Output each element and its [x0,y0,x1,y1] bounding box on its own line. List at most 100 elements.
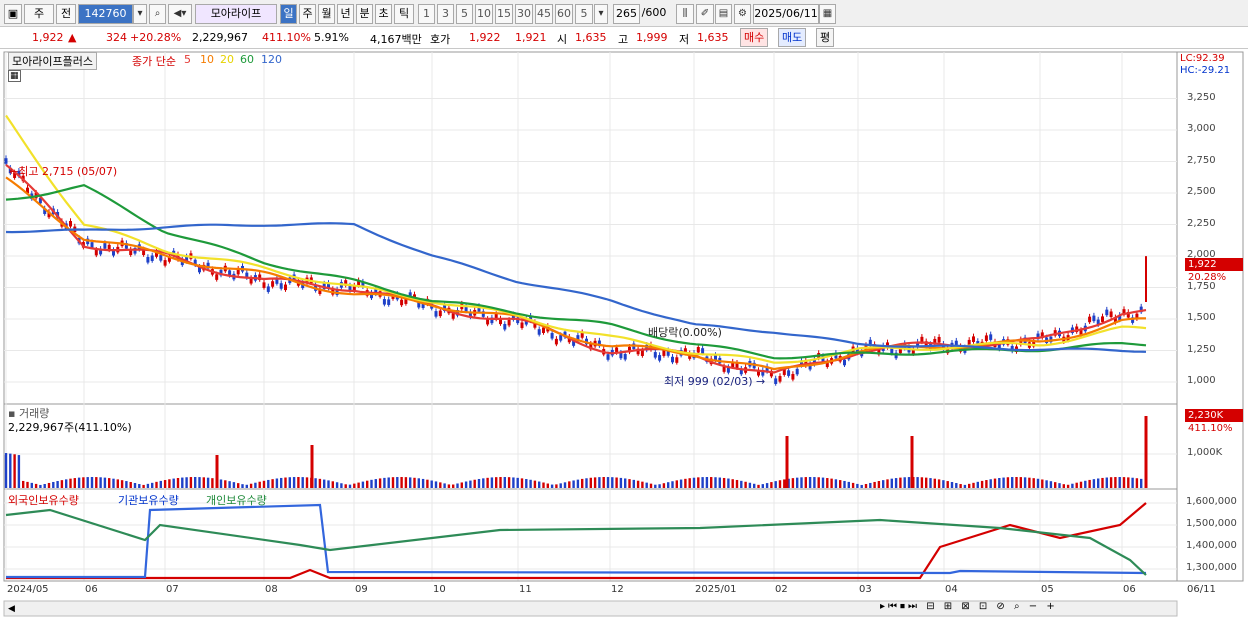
interval-select[interactable]: 5 [575,4,593,24]
speaker-icon[interactable]: ◀▾ [168,4,192,24]
tab-tick[interactable]: 틱 [394,4,414,24]
volume-bar [624,478,627,488]
indiv-hold-legend: 개인보유수량 [206,494,267,507]
tab-minute[interactable]: 분 [356,4,373,24]
volume-bar [245,484,248,488]
candle [984,335,988,341]
volume-bar [744,481,747,488]
volume-bar [426,479,429,488]
search-icon[interactable]: ⌕ [149,4,166,24]
volume-spike [215,455,219,488]
volume-bar [512,477,515,488]
interval-3[interactable]: 3 [437,4,454,24]
volume-bar [1032,478,1035,488]
buy-button[interactable]: 매수 [740,28,769,47]
volume-bar [194,477,197,488]
volume-bar [679,479,683,488]
volume-bar [757,484,760,488]
interval-10[interactable]: 10 [475,4,493,24]
eval-button[interactable]: 평 [816,28,835,47]
volume-bar [17,455,21,488]
date-input[interactable]: 2025/06/11 [753,4,819,24]
chart-area[interactable]: 모아라이프플러스 종가 단순 5 10 20 60 120 ▦ LC:92.39… [0,50,1248,621]
time-tick-label: 04 [945,584,958,595]
volume-bar [391,477,395,488]
interval-15[interactable]: 15 [495,4,513,24]
amount: 4,167백만 [370,33,422,46]
tab-year[interactable]: 년 [337,4,354,24]
calendar-icon[interactable]: ▦ [819,4,836,24]
volume-bar [602,477,605,488]
save-icon[interactable]: ▤ [715,4,732,24]
stock-name: 모아라이프 [195,4,277,24]
volume-bar [1015,477,1018,488]
volume-bar [593,477,597,488]
scroll-left-icon[interactable]: ◀ [8,604,15,614]
mode-select[interactable]: 주 [24,4,54,24]
tab-day[interactable]: 일 [280,4,297,24]
sell-button[interactable]: 매도 [778,28,807,47]
interval-60[interactable]: 60 [555,4,573,24]
volume-bar [1023,477,1027,488]
interval-45[interactable]: 45 [535,4,553,24]
volume-bar [284,477,287,488]
price: 1,922 [32,31,64,44]
volume-bar [800,477,803,488]
candle [451,313,455,319]
interval-5[interactable]: 5 [456,4,473,24]
type-select[interactable]: 전 [56,4,76,24]
interval-30[interactable]: 30 [515,4,533,24]
time-tick-label: 06 [1123,584,1136,595]
chevron-down-icon[interactable]: ▾ [133,4,147,24]
inst-hold-legend: 기관보유수량 [118,494,179,507]
volume-bar [774,481,777,488]
volume-bar [280,477,283,488]
gear-icon[interactable]: ⚙ [734,4,751,24]
candle [653,352,657,358]
candle-icon[interactable]: ⫼ [676,4,694,24]
count-input[interactable]: 265 [613,4,640,24]
ma120-legend: 120 [261,53,282,66]
volume-bar [550,484,554,488]
volume-bar [985,480,988,488]
last-price-label: 1,922 [1188,259,1217,270]
volume-bar [929,478,932,488]
volume-bar [421,478,425,488]
low-annotation: 최저 999 (02/03) → [664,375,766,388]
code-input[interactable]: 142760 [78,4,133,24]
volume-bar [1140,478,1143,488]
chevron-down-icon[interactable]: ▾ [594,4,608,24]
candle [640,350,644,356]
high: 1,999 [636,31,668,44]
ma20-legend: 20 [220,53,234,66]
volume-bar [361,481,365,488]
hold-tick-label: 1,400,000 [1186,540,1237,551]
volume-bar [335,482,339,488]
volume-bar [654,484,657,488]
candle [890,348,894,354]
candle [1101,316,1104,322]
draw-icon[interactable]: ✐ [696,4,714,24]
table-icon[interactable]: ▦ [8,70,21,82]
price-tick-label: 3,250 [1187,91,1216,103]
volume-bar [404,477,408,488]
volume-bar [185,477,188,488]
tab-month[interactable]: 월 [318,4,335,24]
chart-svg [3,51,1244,617]
count-max: /600 [641,6,667,19]
turnover: 5.91% [314,31,349,44]
volume-bar [108,478,111,488]
time-tick-label: 10 [433,584,446,595]
volume-bar [516,477,519,488]
nav-controls[interactable]: ▸⏮⏹⏭ ⊟ ⊞ ⊠ ⊡ ⊘ ⌕ − + [880,601,1058,612]
tab-second[interactable]: 초 [375,4,392,24]
window-icon[interactable]: ▣ [4,4,22,24]
ma10-legend: 10 [200,53,214,66]
volume-bar [396,477,399,488]
volume-bar [1109,477,1113,488]
volume-bar [112,478,115,488]
volume-bar [267,479,270,488]
volume-bar [559,483,562,488]
tab-week[interactable]: 주 [299,4,316,24]
interval-1[interactable]: 1 [418,4,435,24]
